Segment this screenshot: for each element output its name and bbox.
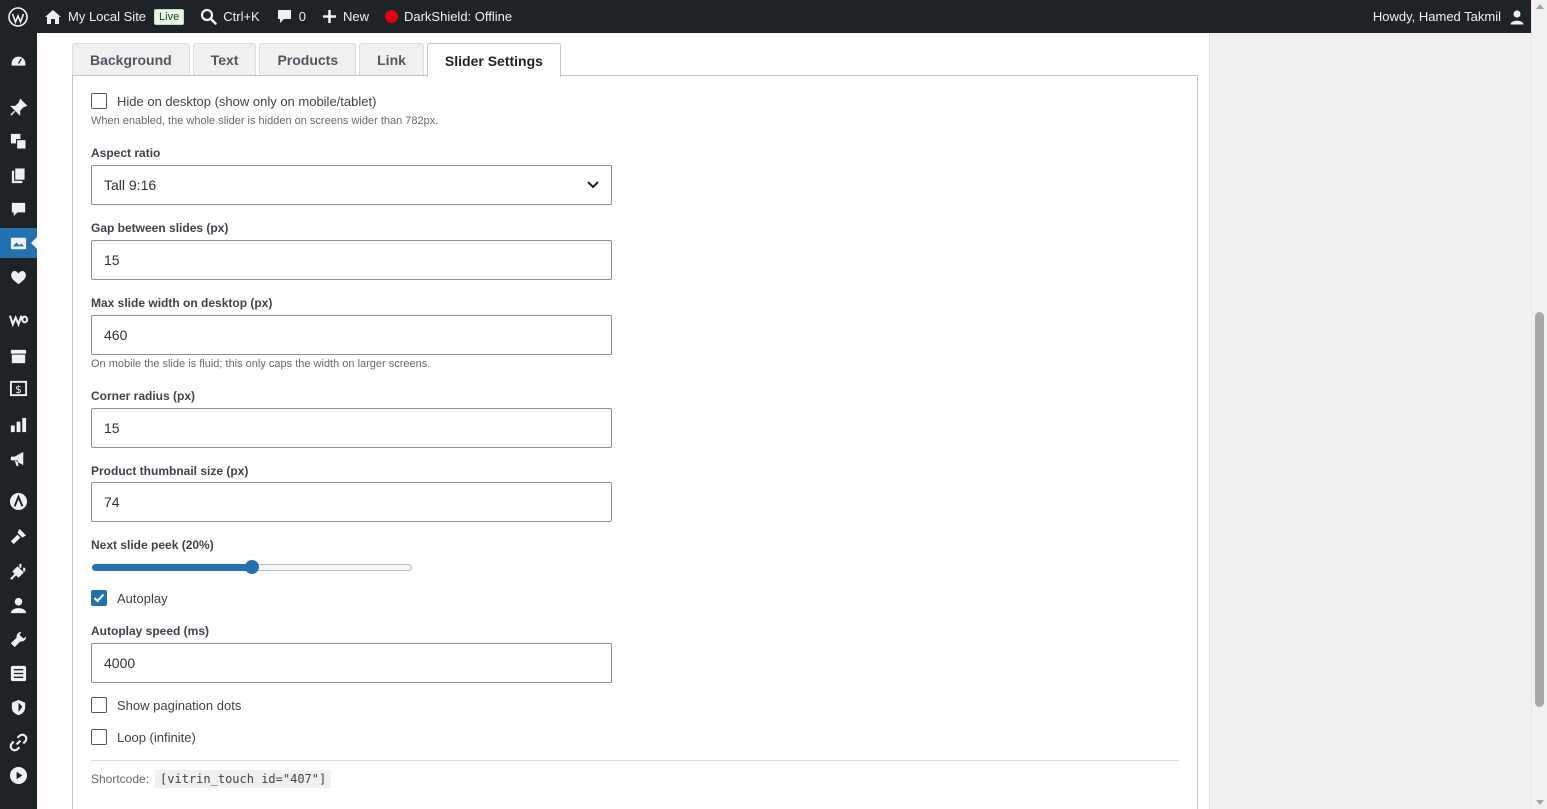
pages-icon[interactable]: [0, 160, 37, 190]
aspect-ratio-value: Tall 9:16: [104, 177, 157, 193]
gap-label: Gap between slides (px): [91, 221, 229, 235]
peek-label: Next slide peek (20%): [91, 538, 214, 552]
shortcode-label: Shortcode:: [91, 772, 150, 786]
autoplay-speed-label: Autoplay speed (ms): [91, 624, 210, 638]
pagination-dots-label: Show pagination dots: [117, 697, 242, 713]
comments-count: 0: [298, 9, 306, 24]
archive-icon[interactable]: [0, 341, 37, 371]
max-width-hint: On mobile the slide is fluid; this only …: [91, 358, 431, 370]
chevron-down-icon: [587, 181, 599, 189]
darkshield-status-text: DarkShield: Offline: [403, 9, 513, 24]
scroll-down-arrow-icon[interactable]: [1536, 800, 1544, 805]
settings-icon[interactable]: [0, 658, 37, 688]
right-column: [1211, 33, 1531, 809]
dashboard-icon[interactable]: [0, 47, 37, 77]
woo-icon[interactable]: [0, 304, 37, 334]
scrollbar-thumb[interactable]: [1535, 312, 1544, 707]
slider-icon[interactable]: [0, 228, 37, 258]
comments-link[interactable]: 0: [268, 0, 314, 33]
pin-icon[interactable]: [0, 92, 37, 122]
svg-text:$: $: [15, 383, 22, 395]
gap-input[interactable]: 15: [91, 240, 612, 280]
brush-icon[interactable]: [0, 521, 37, 551]
corner-radius-input[interactable]: 15: [91, 408, 612, 448]
my-account-link[interactable]: Howdy, Hamed Takmil: [1365, 0, 1531, 33]
chart-icon[interactable]: [0, 409, 37, 439]
new-content-link[interactable]: New: [314, 0, 377, 33]
max-width-label: Max slide width on desktop (px): [91, 296, 273, 310]
search-icon: [200, 8, 218, 25]
scroll-up-arrow-icon[interactable]: [1536, 4, 1544, 9]
hide-desktop-row: Hide on desktop (show only on mobile/tab…: [91, 93, 376, 109]
admin-bar: My Local Site Live Ctrl+K 0 New DarkShie…: [0, 0, 1531, 33]
peek-slider[interactable]: [92, 560, 412, 574]
new-label: New: [342, 9, 369, 24]
autoplay-row: Autoplay: [91, 590, 168, 606]
thumbnail-size-label: Product thumbnail size (px): [91, 464, 249, 478]
shield-icon[interactable]: [0, 692, 37, 722]
wrench-icon[interactable]: [0, 624, 37, 654]
home-icon: [44, 9, 62, 25]
aspect-ratio-select[interactable]: Tall 9:16: [91, 165, 612, 205]
settings-tabs: Background Text Products Link Slider Set…: [72, 43, 561, 77]
peek-slider-fill: [92, 564, 252, 571]
page-scrollbar[interactable]: [1531, 0, 1547, 809]
site-name: My Local Site: [68, 9, 147, 24]
hide-desktop-hint: When enabled, the whole slider is hidden…: [91, 115, 439, 127]
shortcode-row: Shortcode: [vitrin_touch id="407"]: [91, 770, 332, 788]
plugin-icon[interactable]: [0, 556, 37, 586]
loop-row: Loop (infinite): [91, 729, 196, 745]
command-search[interactable]: Ctrl+K: [192, 0, 267, 33]
tab-slider-settings[interactable]: Slider Settings: [426, 43, 561, 77]
loop-checkbox[interactable]: [91, 729, 107, 745]
peek-slider-thumb[interactable]: [245, 560, 259, 574]
dollar-icon[interactable]: $: [0, 373, 37, 403]
divider: [91, 760, 1179, 761]
autoplay-speed-input[interactable]: 4000: [91, 643, 612, 683]
tab-background[interactable]: Background: [72, 43, 190, 76]
search-shortcut: Ctrl+K: [223, 9, 260, 24]
hide-desktop-label: Hide on desktop (show only on mobile/tab…: [117, 93, 377, 109]
comment-bubble-icon: [276, 8, 293, 25]
autoplay-label: Autoplay: [117, 590, 168, 606]
hide-desktop-checkbox[interactable]: [91, 93, 107, 109]
site-name-link[interactable]: My Local Site Live: [36, 0, 192, 33]
tab-products[interactable]: Products: [259, 43, 357, 76]
astra-icon[interactable]: [0, 486, 37, 516]
max-width-input[interactable]: 460: [91, 315, 612, 355]
link-icon[interactable]: [0, 727, 37, 757]
corner-radius-label: Corner radius (px): [91, 389, 196, 403]
tab-link[interactable]: Link: [359, 43, 424, 76]
plus-icon: [322, 9, 337, 24]
user-avatar-icon: [1509, 9, 1525, 25]
heart-icon[interactable]: [0, 262, 37, 292]
thumbnail-size-input[interactable]: 74: [91, 482, 612, 522]
howdy-text: Howdy, Hamed Takmil: [1372, 9, 1501, 24]
shortcode-code[interactable]: [vitrin_touch id="407"]: [155, 770, 332, 788]
checkmark-icon: [93, 593, 105, 603]
tab-text[interactable]: Text: [192, 43, 257, 76]
aspect-ratio-label: Aspect ratio: [91, 146, 161, 160]
pagination-dots-checkbox[interactable]: [91, 697, 107, 713]
darkshield-status[interactable]: DarkShield: Offline: [377, 0, 520, 33]
autoplay-checkbox[interactable]: [91, 590, 107, 606]
play-icon[interactable]: [0, 760, 37, 790]
media-icon[interactable]: [0, 126, 37, 156]
wordpress-logo-icon[interactable]: [0, 0, 36, 33]
pagination-dots-row: Show pagination dots: [91, 697, 241, 713]
users-icon[interactable]: [0, 590, 37, 620]
comments-icon[interactable]: [0, 194, 37, 224]
loop-label: Loop (infinite): [117, 729, 196, 745]
offline-status-dot-icon: [384, 10, 398, 23]
main-content: Background Text Products Link Slider Set…: [37, 33, 1210, 809]
admin-sidebar: $: [0, 33, 37, 809]
megaphone-icon[interactable]: [0, 443, 37, 473]
live-badge: Live: [154, 8, 185, 25]
